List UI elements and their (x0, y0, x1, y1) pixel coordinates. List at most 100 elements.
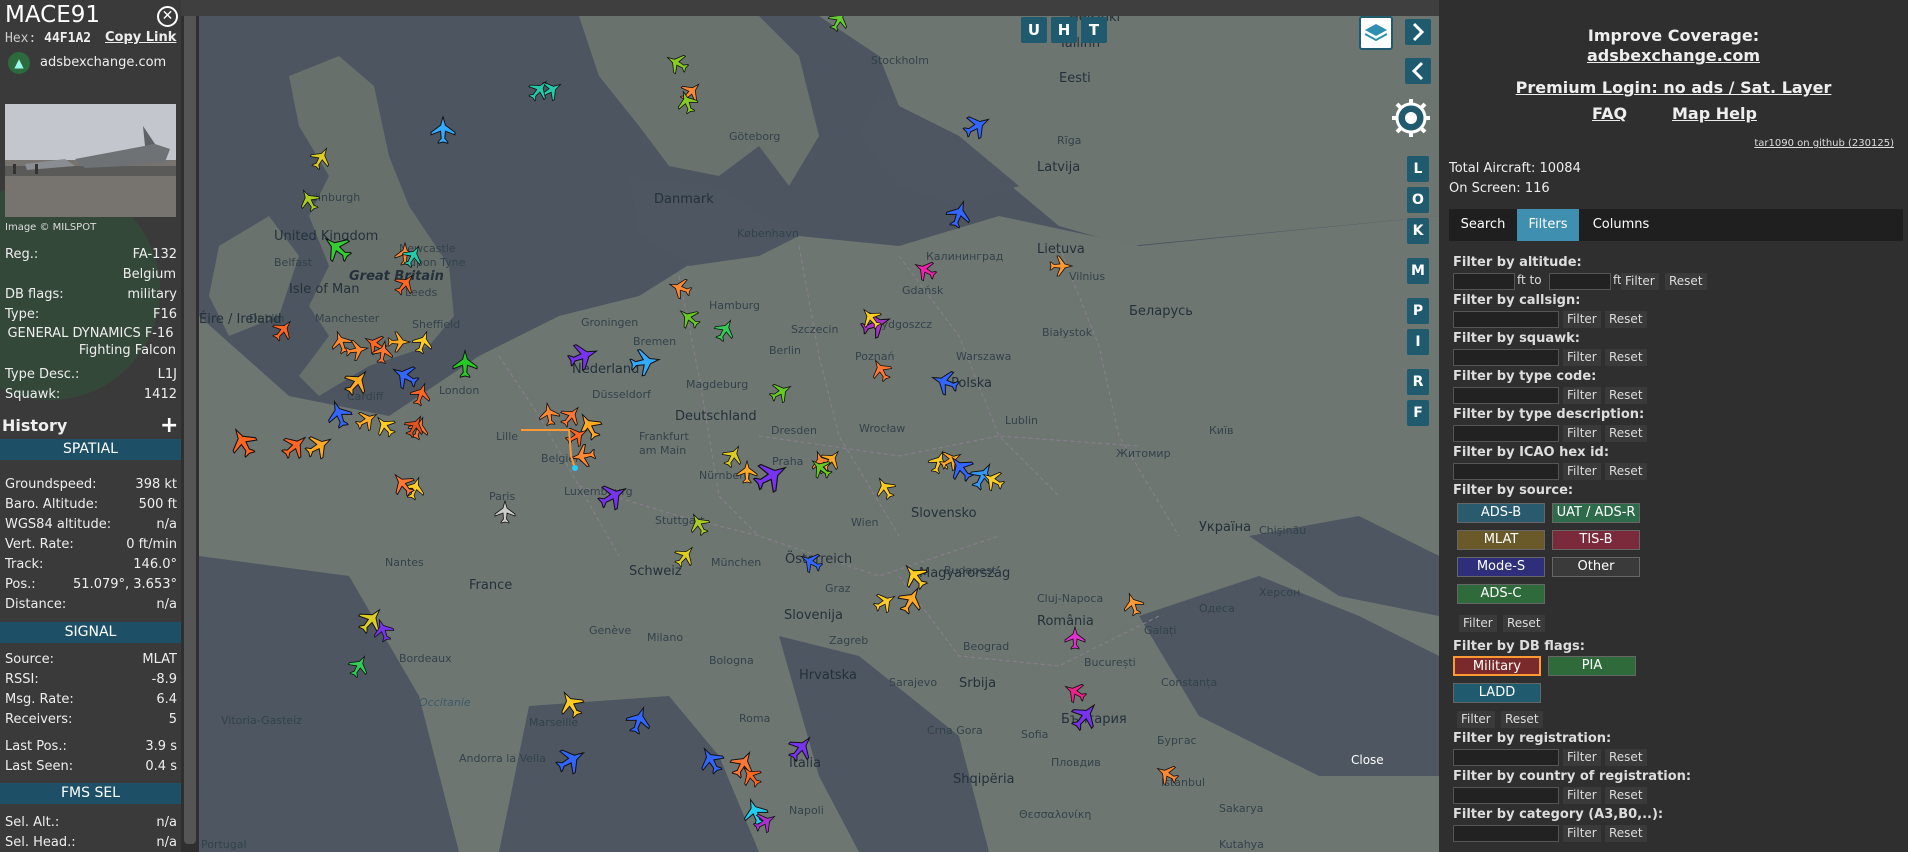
aircraft-icon[interactable] (795, 547, 827, 577)
aircraft-icon[interactable] (555, 400, 587, 432)
aircraft-icon[interactable] (551, 740, 591, 780)
typedesc-input[interactable] (1453, 425, 1559, 442)
map-button-r[interactable]: R (1407, 369, 1429, 395)
aircraft-icon[interactable] (322, 396, 356, 432)
source-other-button[interactable]: Other (1552, 557, 1640, 577)
layers-icon[interactable] (1359, 16, 1393, 50)
map-button-m[interactable]: M (1407, 258, 1429, 284)
aircraft-icon[interactable] (317, 228, 357, 268)
dbflags-filter-button[interactable]: Filter (1457, 711, 1495, 728)
aircraft-icon[interactable] (725, 745, 761, 783)
altitude-filter-button[interactable]: Filter (1621, 273, 1659, 290)
country-filter-button[interactable]: Filter (1563, 787, 1601, 804)
aircraft-icon[interactable] (927, 365, 963, 399)
source-adsb-button[interactable]: ADS-B (1457, 503, 1545, 523)
close-button[interactable]: Close (1351, 753, 1384, 767)
aircraft-icon[interactable] (665, 274, 695, 302)
source-adsc-button[interactable]: ADS-C (1457, 584, 1545, 604)
typecode-filter-button[interactable]: Filter (1563, 387, 1601, 404)
source-modes-button[interactable]: Mode-S (1457, 557, 1545, 577)
dbflags-reset-button[interactable]: Reset (1501, 711, 1543, 728)
tab-search[interactable]: Search (1449, 209, 1517, 241)
map-button-f[interactable]: F (1407, 400, 1429, 426)
aircraft-icon[interactable] (870, 472, 900, 504)
map-button-o[interactable]: O (1407, 187, 1429, 213)
gear-icon[interactable] (1389, 96, 1433, 140)
aircraft-icon[interactable] (1065, 696, 1105, 736)
aircraft-icon[interactable] (869, 587, 901, 617)
adsbexchange-link[interactable]: adsbexchange.com (1439, 46, 1908, 65)
source-uat-button[interactable]: UAT / ADS-R (1552, 503, 1640, 523)
source-mlat-button[interactable]: MLAT (1457, 530, 1545, 550)
typecode-reset-button[interactable]: Reset (1605, 387, 1647, 404)
aircraft-icon[interactable] (622, 702, 656, 738)
chevron-left-icon[interactable] (1405, 58, 1431, 84)
category-input[interactable] (1453, 825, 1559, 842)
aircraft-icon[interactable] (536, 400, 562, 428)
squawk-reset-button[interactable]: Reset (1605, 349, 1647, 366)
callsign-filter-button[interactable]: Filter (1563, 311, 1601, 328)
map-canvas[interactable]: Helsinki Tallinn Eesti Stockholm Götebor… (199, 16, 1439, 852)
aircraft-icon[interactable] (673, 87, 701, 117)
github-link[interactable]: tar1090 on github (230125) (1754, 138, 1894, 149)
tab-columns[interactable]: Columns (1581, 209, 1661, 241)
aircraft-icon[interactable] (494, 500, 516, 524)
aircraft-icon[interactable] (276, 427, 314, 465)
aircraft-icon[interactable] (389, 268, 421, 300)
source-site-link[interactable]: adsbexchange.com (40, 55, 166, 70)
icao-reset-button[interactable]: Reset (1605, 463, 1647, 480)
country-input[interactable] (1453, 787, 1559, 804)
squawk-filter-button[interactable]: Filter (1563, 349, 1601, 366)
aircraft-icon[interactable] (896, 557, 934, 595)
map-button-u[interactable]: U (1021, 17, 1047, 43)
source-reset-button[interactable]: Reset (1503, 615, 1545, 632)
registration-reset-button[interactable]: Reset (1605, 749, 1647, 766)
dbflag-military-button[interactable]: Military (1453, 656, 1541, 676)
panel-scrollbar-thumb[interactable] (184, 4, 196, 844)
aircraft-icon[interactable] (718, 440, 748, 472)
tab-filters[interactable]: Filters (1517, 209, 1579, 241)
aircraft-photo[interactable] (5, 104, 176, 217)
typecode-input[interactable] (1453, 387, 1559, 404)
callsign-input[interactable] (1453, 311, 1559, 328)
aircraft-icon[interactable] (1119, 589, 1147, 619)
aircraft-layer[interactable] (199, 16, 1439, 852)
aircraft-icon[interactable] (693, 741, 729, 779)
typedesc-reset-button[interactable]: Reset (1605, 425, 1647, 442)
altitude-reset-button[interactable]: Reset (1665, 273, 1707, 290)
aircraft-icon[interactable] (909, 255, 941, 285)
map-button-p[interactable]: P (1407, 298, 1429, 324)
aircraft-icon[interactable] (344, 650, 374, 682)
aircraft-icon[interactable] (958, 108, 996, 144)
aircraft-icon[interactable] (430, 116, 456, 144)
aircraft-icon[interactable] (1151, 759, 1183, 789)
source-tisb-button[interactable]: TIS-B (1552, 530, 1640, 550)
aircraft-icon[interactable] (553, 685, 589, 723)
category-reset-button[interactable]: Reset (1605, 825, 1647, 842)
premium-login-link[interactable]: Premium Login: no ads / Sat. Layer (1439, 78, 1908, 97)
aircraft-icon[interactable] (866, 354, 896, 386)
map-button-l[interactable]: L (1407, 156, 1429, 182)
aircraft-icon[interactable] (748, 454, 794, 498)
aircraft-icon[interactable] (351, 405, 383, 435)
history-header[interactable]: History (2, 416, 67, 435)
aircraft-icon[interactable] (765, 377, 797, 407)
typedesc-filter-button[interactable]: Filter (1563, 425, 1601, 442)
registration-filter-button[interactable]: Filter (1563, 749, 1601, 766)
aircraft-icon[interactable] (710, 314, 740, 346)
aircraft-icon[interactable] (661, 48, 693, 78)
map-button-t[interactable]: T (1081, 17, 1107, 43)
country-reset-button[interactable]: Reset (1605, 787, 1647, 804)
aircraft-icon[interactable] (223, 422, 263, 462)
callsign-reset-button[interactable]: Reset (1605, 311, 1647, 328)
aircraft-icon[interactable] (452, 350, 478, 378)
aircraft-icon[interactable] (387, 331, 411, 353)
aircraft-icon[interactable] (684, 508, 714, 540)
aircraft-icon[interactable] (386, 358, 424, 394)
aircraft-icon[interactable] (564, 338, 602, 374)
close-icon[interactable]: ✕ (157, 6, 178, 27)
copy-link-button[interactable]: Copy Link (105, 30, 176, 45)
category-filter-button[interactable]: Filter (1563, 825, 1601, 842)
source-filter-button[interactable]: Filter (1459, 615, 1497, 632)
dbflag-ladd-button[interactable]: LADD (1453, 683, 1541, 703)
